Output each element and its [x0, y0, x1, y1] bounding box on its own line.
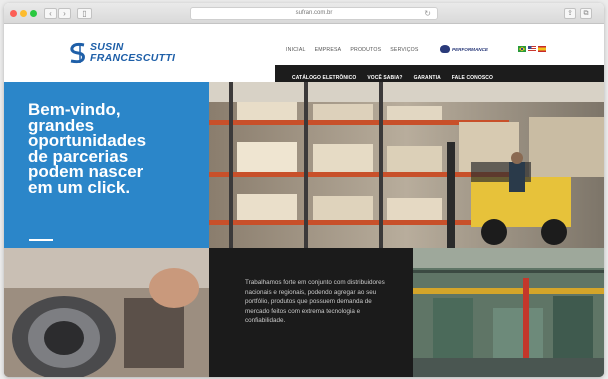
nav-item-produtos[interactable]: PRODUTOS [350, 47, 381, 53]
tabs-button[interactable]: ⧉ [580, 8, 592, 19]
brand-name[interactable]: SUSIN FRANCESCUTTI [90, 42, 175, 64]
address-bar[interactable]: sufran.com.br ↻ [190, 7, 438, 20]
sidebar-icon: ▯ [82, 9, 87, 18]
logo-icon[interactable] [68, 42, 88, 64]
chevron-left-icon: ‹ [49, 9, 52, 18]
brazil-flag-icon[interactable] [518, 46, 526, 52]
minimize-window-button[interactable] [20, 10, 27, 17]
tabs-icon: ⧉ [583, 10, 589, 17]
subnav-item-voce-sabia[interactable]: VOCÊ SABIA? [367, 75, 402, 81]
forward-button[interactable]: › [58, 8, 71, 19]
hero-title: Bem-vindo, grandes oportunidades de parc… [28, 101, 208, 197]
close-window-button[interactable] [10, 10, 17, 17]
sidebar-button[interactable]: ▯ [77, 8, 92, 19]
nav-item-empresa[interactable]: EMPRESA [315, 47, 342, 53]
zoom-window-button[interactable] [30, 10, 37, 17]
performance-link[interactable]: PERFORMANCE [440, 44, 494, 54]
reload-icon[interactable]: ↻ [424, 8, 431, 19]
hero-divider [29, 239, 53, 241]
browser-toolbar: ‹ › ▯ sufran.com.br ↻ ⇪ ⧉ [4, 3, 604, 24]
subnav-item-fale-conosco[interactable]: FALE CONOSCO [452, 75, 493, 81]
chevron-right-icon: › [63, 9, 66, 18]
browser-window: ‹ › ▯ sufran.com.br ↻ ⇪ ⧉ SUSIN FRANCESC… [4, 3, 604, 377]
hero-panel: Bem-vindo, grandes oportunidades de parc… [4, 82, 209, 248]
about-panel: Trabalhamos forte em conjunto com distri… [209, 248, 413, 377]
back-button[interactable]: ‹ [44, 8, 57, 19]
nav-item-inicial[interactable]: INICIAL [286, 47, 306, 53]
nav-item-servicos[interactable]: SERVIÇOS [390, 47, 418, 53]
url-text: sufran.com.br [295, 10, 333, 16]
warehouse-photo [209, 82, 604, 248]
share-icon: ⇪ [567, 10, 573, 17]
hero-line: em um click. [28, 177, 131, 197]
machinery-photo [4, 248, 209, 377]
about-text: Trabalhamos forte em conjunto com distri… [245, 279, 385, 325]
usa-flag-icon[interactable] [528, 46, 536, 52]
factory-photo [413, 248, 604, 377]
subnav-item-catalogo[interactable]: CATÁLOGO ELETRÔNICO [292, 75, 356, 81]
spain-flag-icon[interactable] [538, 46, 546, 52]
share-button[interactable]: ⇪ [564, 8, 576, 19]
performance-icon [440, 45, 450, 53]
performance-label: PERFORMANCE [452, 46, 488, 52]
language-selector [518, 46, 546, 52]
subnav-item-garantia[interactable]: GARANTIA [414, 75, 441, 81]
brand-line2: FRANCESCUTTI [90, 52, 176, 64]
main-nav: INICIAL EMPRESA PRODUTOS SERVIÇOS [286, 47, 419, 53]
